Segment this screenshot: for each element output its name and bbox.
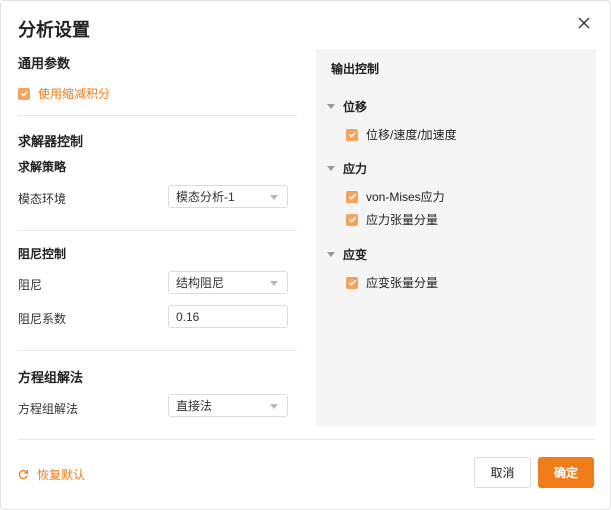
damping-select[interactable]: 结构阻尼	[168, 271, 288, 294]
output-panel-title: 输出控制	[331, 62, 380, 76]
reset-icon	[18, 469, 29, 480]
analysis-settings-dialog: 分析设置 通用参数 使用缩减积分 求解器控制 求解策略 模态环境 模态分析-1 …	[0, 0, 611, 510]
equation-method-value: 直接法	[176, 399, 213, 413]
modal-env-label: 模态环境	[18, 192, 67, 206]
modal-env-select[interactable]: 模态分析-1	[168, 185, 288, 208]
divider	[18, 115, 297, 116]
general-section-title: 通用参数	[18, 56, 71, 71]
group-displacement[interactable]: 位移	[327, 98, 367, 115]
checkbox-label: 应力张量分量	[366, 213, 439, 227]
checkbox-checked-icon	[346, 190, 358, 203]
output-von-mises-checkbox[interactable]: von-Mises应力	[346, 188, 445, 205]
equation-method-select[interactable]: 直接法	[168, 394, 288, 417]
chevron-down-icon	[270, 404, 278, 409]
checkbox-label: von-Mises应力	[366, 190, 445, 204]
damping-coef-label: 阻尼系数	[18, 312, 67, 326]
group-label: 应力	[343, 162, 368, 176]
caret-down-icon	[327, 252, 335, 257]
divider	[18, 350, 297, 351]
equation-section-title: 方程组解法	[18, 370, 84, 385]
modal-env-value: 模态分析-1	[176, 190, 235, 204]
checkbox-label: 位移/速度/加速度	[366, 128, 457, 142]
damping-coef-input[interactable]	[168, 305, 288, 328]
equation-method-label: 方程组解法	[18, 402, 79, 416]
group-label: 应变	[343, 248, 368, 262]
caret-down-icon	[327, 166, 335, 171]
footer-divider	[18, 439, 595, 440]
output-displacement-checkbox[interactable]: 位移/速度/加速度	[346, 126, 457, 143]
output-control-panel: 输出控制 位移 位移/速度/加速度 应力 von-Mises应力 应力张量分量	[316, 49, 596, 427]
damping-section-title: 阻尼控制	[18, 247, 67, 261]
damping-value: 结构阻尼	[176, 276, 225, 290]
output-strain-tensor-checkbox[interactable]: 应变张量分量	[346, 274, 438, 291]
checkbox-checked-icon	[18, 87, 30, 100]
solver-strategy-title: 求解策略	[18, 160, 67, 174]
group-stress[interactable]: 应力	[327, 160, 367, 177]
reduced-integration-checkbox[interactable]: 使用缩减积分	[18, 85, 110, 102]
reduced-integration-label: 使用缩减积分	[38, 87, 111, 101]
checkbox-checked-icon	[346, 276, 358, 289]
cancel-button[interactable]: 取消	[474, 457, 531, 488]
solver-section-title: 求解器控制	[18, 134, 84, 149]
chevron-down-icon	[270, 281, 278, 286]
chevron-down-icon	[270, 195, 278, 200]
reset-default-button[interactable]: 恢复默认	[18, 466, 85, 483]
divider	[18, 230, 297, 231]
group-label: 位移	[343, 100, 368, 114]
close-icon	[578, 17, 590, 29]
checkbox-checked-icon	[346, 128, 358, 141]
group-strain[interactable]: 应变	[327, 246, 367, 263]
close-button[interactable]	[573, 12, 595, 34]
ok-button[interactable]: 确定	[538, 457, 594, 488]
output-stress-tensor-checkbox[interactable]: 应力张量分量	[346, 211, 438, 228]
caret-down-icon	[327, 104, 335, 109]
reset-default-label: 恢复默认	[37, 468, 86, 482]
checkbox-checked-icon	[346, 213, 358, 226]
dialog-title: 分析设置	[18, 20, 90, 40]
damping-label: 阻尼	[18, 278, 43, 292]
checkbox-label: 应变张量分量	[366, 276, 439, 290]
